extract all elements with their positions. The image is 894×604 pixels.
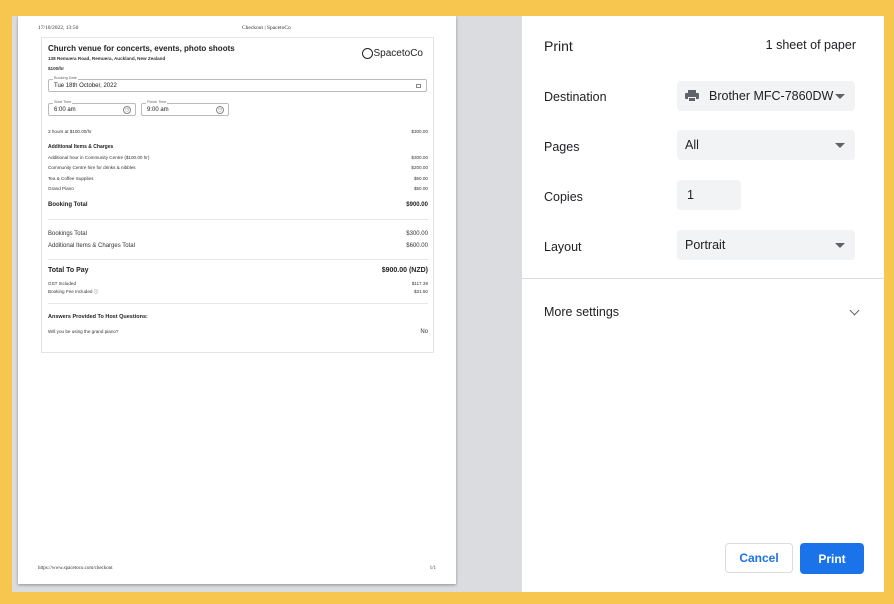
start-time-label: Start Time [53,100,73,105]
dropdown-arrow-icon [835,143,845,148]
hours-label: 3 hours at $100.00/hr [48,129,92,134]
question-answer: No [420,329,428,335]
start-time-value: 6:00 am [54,107,76,113]
item-amount: $200.00 [411,165,428,170]
checkout-card: Church venue for concerts, events, photo… [41,37,434,353]
layout-select[interactable]: Portrait [677,230,855,260]
venue-address: 138 Remuera Road, Remuera, Auckland, New… [48,56,166,61]
calendar-icon [416,84,421,88]
bookings-total-row: Bookings Total $300.00 [48,231,428,237]
additional-item-row: Additional hour in Community Centre ($10… [48,155,428,160]
additional-total-row: Additional Items & Charges Total $600.00 [48,243,428,249]
answers-title: Answers Provided To Host Questions: [48,314,148,320]
booking-total-row: Booking Total $900.00 [48,202,428,208]
print-title: Print [544,38,573,54]
destination-select[interactable]: Brother MFC-7860DW [677,81,855,111]
clock-icon: ◷ [123,106,131,114]
copies-value: 1 [687,188,694,202]
question-row: Will you be using the grand piano? No [48,329,428,335]
page-header-datetime: 17/10/2022, 13:50 [38,25,79,31]
bookings-total-amount: $300.00 [406,231,428,237]
booking-total-label: Booking Total [48,202,88,208]
print-settings-panel: Print 1 sheet of paper Destination Broth… [522,16,884,592]
booking-date-value: Tue 18th October, 2022 [54,83,117,89]
destination-label: Destination [544,90,607,104]
preview-page: 17/10/2022, 13:50 Checkout | SpacetoCo C… [18,16,456,584]
item-amount: $50.00 [413,176,428,181]
question-label: Will you be using the grand piano? [48,329,119,334]
booking-fee-row: Booking Fee Included ⓘ $31.50 [48,289,428,295]
layout-label: Layout [544,240,582,254]
divider [48,219,428,220]
cancel-button[interactable]: Cancel [725,543,793,573]
dropdown-arrow-icon [835,243,845,248]
page-footer-number: 1/1 [429,566,436,571]
gst-amount: $117.39 [411,281,428,286]
dropdown-arrow-icon [835,94,845,99]
item-label: Community Centre hire for drinks & nibbl… [48,165,136,170]
spacetoco-logo: SpacetoCo [361,48,423,59]
print-preview-pane: 17/10/2022, 13:50 Checkout | SpacetoCo C… [12,16,522,592]
divider [48,259,428,260]
booking-date-field: Booking Date Tue 18th October, 2022 [48,76,427,92]
clock-icon: ◷ [216,106,224,114]
chevron-down-icon[interactable] [849,305,860,316]
bookings-total-label: Bookings Total [48,231,87,237]
hours-line: 3 hours at $100.00/hr $300.00 [48,129,428,134]
finish-time-field: Finish Time 9:00 am ◷ [141,100,229,116]
booking-fee-label: Booking Fee Included ⓘ [48,289,99,294]
additional-total-label: Additional Items & Charges Total [48,243,135,249]
finish-time-label: Finish Time [146,100,168,105]
additional-item-row: Grand Piano $50.00 [48,186,428,191]
venue-rate: $100/hr [48,66,65,71]
copies-input[interactable]: 1 [677,180,741,210]
total-to-pay-row: Total To Pay $900.00 (NZD) [48,267,428,274]
sheet-count: 1 sheet of paper [765,38,856,52]
total-to-pay-label: Total To Pay [48,267,89,274]
destination-value: Brother MFC-7860DW [709,89,834,103]
item-label: Tea & Coffee Supplies [48,176,94,181]
gst-label: GST Included [48,281,77,286]
item-amount: $300.00 [411,155,428,160]
total-to-pay-amount: $900.00 (NZD) [381,267,428,274]
booking-total-amount: $900.00 [406,202,428,208]
booking-fee-amount: $31.50 [413,289,428,294]
print-button[interactable]: Print [800,543,864,574]
item-amount: $50.00 [413,186,428,191]
additional-total-amount: $600.00 [406,243,428,249]
pages-label: Pages [544,140,580,154]
additional-item-row: Community Centre hire for drinks & nibbl… [48,165,428,170]
item-label: Additional hour in Community Centre ($10… [48,155,150,160]
logo-text: SpacetoCo [373,48,423,59]
finish-time-value: 9:00 am [147,107,169,113]
hours-amount: $300.00 [411,129,428,134]
more-settings-toggle[interactable]: More settings [544,305,619,319]
additional-items-title: Additional Items & Charges [48,144,114,150]
logo-circle-icon [361,48,373,59]
gst-row: GST Included $117.39 [48,281,428,286]
venue-title: Church venue for concerts, events, photo… [48,44,235,53]
settings-divider [522,278,884,279]
item-label: Grand Piano [48,186,74,191]
pages-select[interactable]: All [677,130,855,160]
divider [48,303,428,304]
page-footer-url: https://www.spacetoco.com/checkout [38,566,113,571]
print-dialog: 17/10/2022, 13:50 Checkout | SpacetoCo C… [12,16,884,592]
start-time-field: Start Time 6:00 am ◷ [48,100,136,116]
additional-item-row: Tea & Coffee Supplies $50.00 [48,176,428,181]
printer-icon [685,90,699,102]
booking-date-label: Booking Date [53,76,78,81]
page-header-title: Checkout | SpacetoCo [242,25,291,31]
copies-label: Copies [544,190,583,204]
pages-value: All [685,138,699,152]
layout-value: Portrait [685,238,726,252]
